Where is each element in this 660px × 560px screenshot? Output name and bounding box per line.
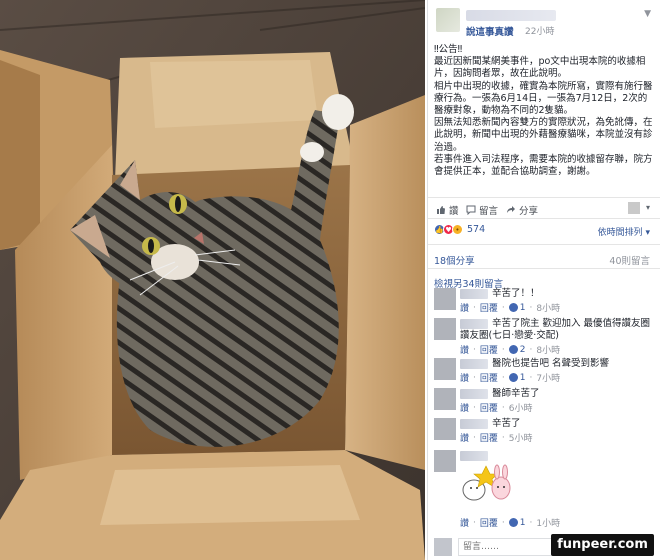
wow-reaction-icon: • (452, 224, 463, 235)
comment-button[interactable]: 留言 (466, 203, 498, 217)
thumbs-up-icon (508, 303, 518, 312)
current-user-avatar (434, 538, 452, 556)
comment-like-count[interactable]: 2 (508, 345, 526, 355)
comment-icon (466, 205, 476, 215)
comment-like-count[interactable]: 1 (508, 373, 526, 383)
reaction-count: 574 (467, 224, 486, 235)
post-header: 說這事真讚 22小時 ▼ (428, 0, 660, 40)
comment-reply-link[interactable]: 回覆 (480, 401, 498, 414)
comment-time[interactable]: 5小時 (509, 431, 533, 444)
share-count-link[interactable]: 18個分享 (434, 253, 475, 267)
comment-count[interactable]: 40則留言 (609, 253, 650, 267)
comment-time[interactable]: 1小時 (536, 516, 560, 529)
comment-item: 讚 · 回覆 · 1 · 1小時 (434, 450, 656, 530)
reactions-summary[interactable]: 👍 ♥ • 574 (434, 224, 485, 235)
comment-text: 辛苦了 (492, 418, 521, 429)
comment-like-link[interactable]: 讚 (460, 343, 469, 356)
cat-photo (0, 0, 425, 560)
comment-meta: 讚 · 回覆 · 6小時 (460, 401, 533, 415)
comment-time[interactable]: 7小時 (536, 371, 560, 384)
cute-bunny-sticker (462, 464, 511, 501)
comment-meta: 讚 · 回覆 · 1 · 1小時 (460, 516, 561, 530)
sort-comments-dropdown[interactable]: 依時間排列 ▾ (598, 225, 650, 238)
commenter-avatar[interactable] (434, 388, 456, 410)
commenter-avatar[interactable] (434, 418, 456, 440)
comment-reply-link[interactable]: 回覆 (480, 431, 498, 444)
comment-meta: 讚 · 回覆 · 1 · 8小時 (460, 301, 561, 315)
comment-text: 辛苦了院主 歡迎加入 最優值得讚友圈 讚友圈(七日·戀愛·交配) (460, 318, 651, 341)
commenter-avatar[interactable] (434, 318, 456, 340)
post-action-bar: 讚 留言 分享 ▾ (428, 197, 660, 219)
post-body: ‼公告‼ 最近因新聞某網美事件，po文中出現本院的收據相片，因詢問者眾，故在此說… (434, 44, 656, 178)
comment-time[interactable]: 6小時 (509, 401, 533, 414)
share-label: 分享 (519, 206, 539, 217)
comment-item: 醫師辛苦了 讚 · 回覆 · 6小時 (434, 388, 656, 416)
thumbs-up-icon (508, 373, 518, 382)
like-label: 讚 (449, 206, 459, 217)
post-line: 最近因新聞某網美事件，po文中出現本院的收據相片，因詢問者眾，故在此說明。 (434, 56, 646, 80)
comment-reply-link[interactable]: 回覆 (480, 516, 498, 529)
page-avatar[interactable] (436, 8, 460, 32)
chevron-down-icon[interactable]: ▼ (644, 9, 651, 19)
comment-like-link[interactable]: 讚 (460, 301, 469, 314)
comment-reply-link[interactable]: 回覆 (480, 301, 498, 314)
watermark: funpeer.com (551, 534, 654, 556)
caret-down-icon[interactable]: ▾ (646, 203, 650, 212)
comment-like-count[interactable]: 1 (508, 518, 526, 528)
comment-meta: 讚 · 回覆 · 2 · 8小時 (460, 343, 561, 357)
comment-time[interactable]: 8小時 (536, 301, 560, 314)
comment-item: 辛苦了 讚 · 回覆 · 5小時 (434, 418, 656, 446)
post-line: 相片中出現的收據，確實為本院所寫，實際有施行醫療行為。一張為6月14日，一張為7… (434, 80, 653, 117)
comment-meta: 讚 · 回覆 · 5小時 (460, 431, 533, 445)
post-line: 若事件進入司法程序，需要本院的收據留存聯，院方會提供正本，並配合協助調查，謝謝。 (434, 153, 653, 178)
commenter-avatar[interactable] (434, 358, 456, 380)
post-line: ‼公告‼ (434, 44, 463, 55)
divider (428, 268, 660, 269)
commenter-avatar[interactable] (434, 288, 456, 310)
commenter-as-avatar[interactable] (628, 202, 640, 214)
comment-text: 辛苦了！！ (492, 288, 540, 299)
share-icon (507, 206, 515, 213)
comment-like-link[interactable]: 讚 (460, 401, 469, 414)
comment-text: 醫院也提告吧 名聲受到影響 (492, 358, 610, 369)
divider (428, 244, 660, 245)
commenter-avatar[interactable] (434, 450, 456, 472)
thumbs-up-icon (508, 518, 518, 527)
page-name-link[interactable]: 說這事真讚 (466, 24, 514, 38)
comment-item: 醫院也提告吧 名聲受到影響 讚 · 回覆 · 1 · 7小時 (434, 358, 656, 388)
comment-reply-link[interactable]: 回覆 (480, 371, 498, 384)
comment-like-link[interactable]: 讚 (460, 516, 469, 529)
comment-item: 辛苦了！！ 讚 · 回覆 · 1 · 8小時 (434, 288, 656, 318)
post-line: 因無法知悉新聞內容雙方的實際狀況，為免訛傳，在此說明，新聞中出現的外藉醫療貓咪，… (434, 117, 653, 153)
comment-item: 辛苦了院主 歡迎加入 最優值得讚友圈 讚友圈(七日·戀愛·交配) 讚 · 回覆 · … (434, 318, 656, 358)
share-button[interactable]: 分享 (506, 203, 538, 217)
post-timestamp[interactable]: 22小時 (525, 24, 554, 37)
thumbs-up-icon (437, 206, 445, 214)
comment-time[interactable]: 8小時 (536, 343, 560, 356)
comment-label: 留言 (479, 206, 499, 217)
comment-like-count[interactable]: 1 (508, 303, 526, 313)
sort-label: 依時間排列 (597, 228, 643, 238)
comment-like-link[interactable]: 讚 (460, 431, 469, 444)
cat-in-box-image (0, 0, 425, 560)
facebook-post-panel: 說這事真讚 22小時 ▼ ‼公告‼ 最近因新聞某網美事件，po文中出現本院的收據… (427, 0, 660, 560)
blurred-poster-name (466, 10, 556, 21)
like-button[interactable]: 讚 (436, 203, 459, 217)
comment-text: 醫師辛苦了 (492, 388, 540, 399)
comment-reply-link[interactable]: 回覆 (480, 343, 498, 356)
comment-like-link[interactable]: 讚 (460, 371, 469, 384)
thumbs-up-icon (508, 345, 518, 354)
comment-meta: 讚 · 回覆 · 1 · 7小時 (460, 371, 561, 385)
